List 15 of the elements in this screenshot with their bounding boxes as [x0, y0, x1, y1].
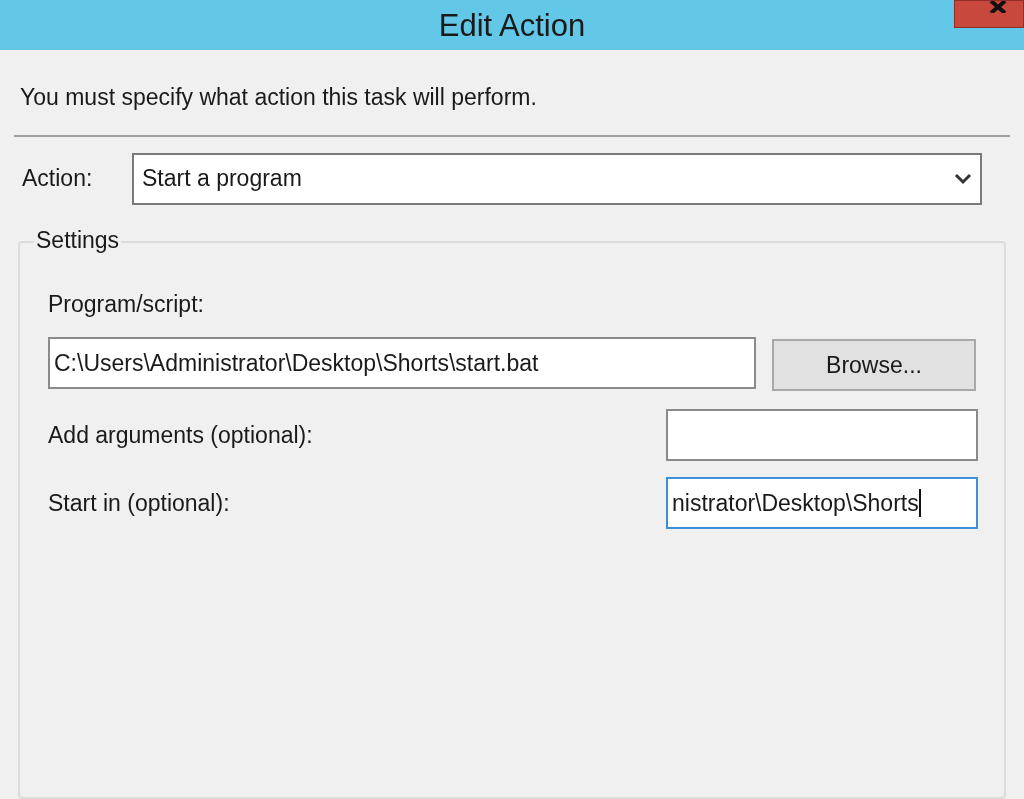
close-icon [989, 1, 1007, 13]
instruction-text: You must specify what action this task will perform. [20, 84, 537, 110]
close-button[interactable] [954, 0, 1024, 28]
program-label: Program/script: [48, 289, 205, 319]
input-field[interactable]: nistrator\Desktop\Shorts [666, 477, 978, 529]
action-label: Action: [22, 164, 94, 194]
field-label: Start in (optional): [48, 488, 230, 518]
text-cursor [918, 489, 921, 517]
input-field[interactable] [666, 409, 978, 461]
field-label: Add arguments (optional): [48, 420, 313, 450]
chevron-down-icon [954, 172, 972, 185]
browse-button[interactable]: Browse... [772, 339, 976, 391]
program-field[interactable]: C:\Users\Administrator\Desktop\Shorts\start.bat [48, 337, 756, 389]
window-title: Edit Action [438, 9, 586, 41]
action-dropdown[interactable]: Start a program [132, 152, 982, 205]
